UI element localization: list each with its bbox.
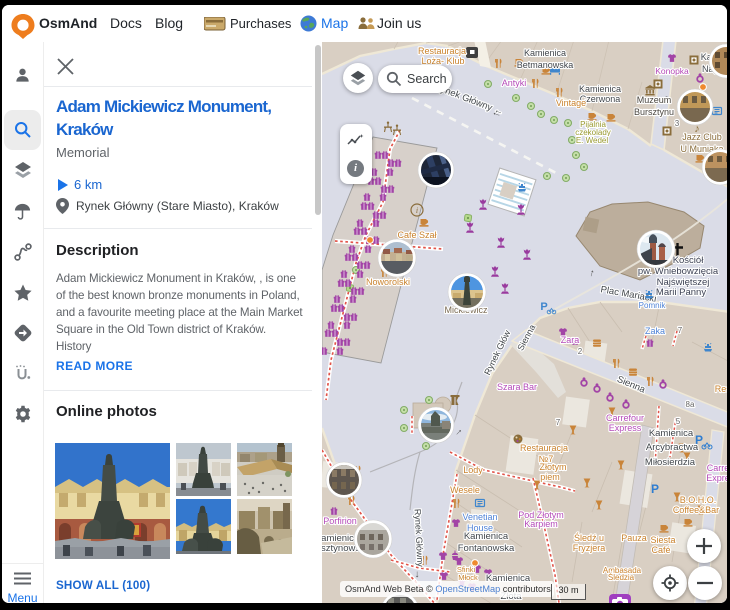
svg-text:Muzeum: Muzeum <box>637 95 672 105</box>
svg-text:Karpiem: Karpiem <box>524 519 558 529</box>
svg-text:Rynek Główny: Rynek Główny <box>412 509 425 568</box>
svg-text:Pomnik: Pomnik <box>639 301 667 310</box>
svg-text:Fryzjera: Fryzjera <box>573 543 606 553</box>
svg-text:Zaka: Zaka <box>645 326 665 336</box>
svg-text:Kamienica: Kamienica <box>649 428 694 439</box>
svg-text:Wesele: Wesele <box>450 485 480 495</box>
svg-text:↓: ↓ <box>415 569 420 580</box>
svg-text:8a: 8a <box>686 400 695 409</box>
svg-text:Cafe Szał: Cafe Szał <box>397 230 436 240</box>
svg-text:P: P <box>651 482 659 496</box>
svg-text:Coffee&Bar: Coffee&Bar <box>673 505 719 515</box>
svg-text:Venetian: Venetian <box>462 512 497 522</box>
svg-text:Fontanowska: Fontanowska <box>458 543 515 554</box>
svg-text:Betmanowska: Betmanowska <box>517 60 574 70</box>
svg-text:Carrefour: Carrefour <box>606 413 644 423</box>
svg-text:2: 2 <box>578 347 583 356</box>
svg-text:5: 5 <box>676 417 681 426</box>
svg-text:Siesta: Siesta <box>650 535 675 545</box>
svg-text:3: 3 <box>675 119 680 128</box>
svg-text:Pauza: Pauza <box>621 533 647 543</box>
svg-text:Miłosierdzia: Miłosierdzia <box>645 457 696 468</box>
svg-text:Zara: Zara <box>561 335 580 345</box>
svg-text:House: House <box>467 523 493 533</box>
svg-text:Restauracja: Restauracja <box>418 46 466 56</box>
svg-text:Rest: Rest <box>715 384 727 394</box>
svg-text:pw. Wniebowzięcia: pw. Wniebowzięcia <box>638 266 719 277</box>
svg-text:Jazz Club: Jazz Club <box>682 132 722 142</box>
svg-text:Express: Express <box>609 423 642 433</box>
svg-text:Arcybractwa: Arcybractwa <box>646 442 699 453</box>
svg-text:Vintage: Vintage <box>556 98 586 108</box>
svg-text:Noworolski: Noworolski <box>366 277 410 287</box>
svg-text:E. Wedel: E. Wedel <box>576 136 609 145</box>
svg-text:Marii Panny: Marii Panny <box>656 287 706 298</box>
svg-text:Café: Café <box>651 545 670 555</box>
svg-text:Restauracja: Restauracja <box>520 443 568 453</box>
svg-text:Kościół: Kościół <box>673 255 705 266</box>
svg-text:Bursztynu: Bursztynu <box>634 107 674 117</box>
svg-text:↑: ↑ <box>453 427 464 438</box>
svg-text:7: 7 <box>556 418 561 427</box>
svg-text:Kamienica: Kamienica <box>579 84 621 94</box>
svg-text:Kamienica: Kamienica <box>524 48 566 58</box>
svg-text:Śledzia: Śledzia <box>608 573 635 582</box>
svg-text:Konopka: Konopka <box>655 66 689 76</box>
svg-text:Śledź u: Śledź u <box>574 532 604 543</box>
svg-text:↑: ↑ <box>588 268 596 280</box>
svg-text:Antyki: Antyki <box>502 78 527 88</box>
svg-text:Expre: Expre <box>706 473 727 483</box>
svg-text:B.O.H.O.: B.O.H.O. <box>680 495 717 505</box>
svg-text:P: P <box>540 301 547 313</box>
svg-text:7: 7 <box>678 326 683 335</box>
svg-text:Złotym: Złotym <box>540 462 567 472</box>
svg-text:Porfirion: Porfirion <box>323 516 357 526</box>
svg-text:piem: piem <box>540 472 560 482</box>
svg-text:Carre: Carre <box>707 463 727 473</box>
svg-text:Szara Bar: Szara Bar <box>497 382 537 392</box>
svg-text:Lody: Lody <box>463 465 483 475</box>
